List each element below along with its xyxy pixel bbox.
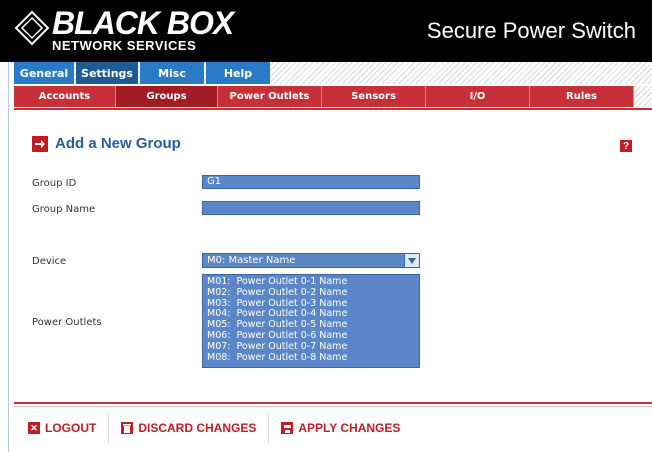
list-item[interactable]: M08: Power Outlet 0-8 Name	[207, 352, 415, 364]
logo-wordmark: BLACK BOX	[52, 5, 234, 41]
group-id-input[interactable]: G1	[202, 175, 420, 189]
diamond-logo-icon	[14, 10, 50, 46]
power-outlets-listbox[interactable]: M01: Power Outlet 0-1 Name M02: Power Ou…	[202, 274, 420, 368]
black-box-logo: BLACK BOX NETWORK SERVICES	[14, 4, 234, 58]
action-separator	[268, 413, 270, 443]
device-label: Device	[32, 256, 67, 267]
action-separator	[108, 413, 110, 443]
save-disk-icon	[281, 422, 294, 434]
divider-bottom-light	[14, 406, 652, 407]
arrow-right-icon	[32, 135, 48, 152]
tab-misc[interactable]: Misc	[140, 62, 204, 84]
subtab-rules[interactable]: Rules	[530, 86, 634, 107]
discard-changes-button[interactable]: DISCARD CHANGES	[121, 421, 256, 435]
divider-bottom	[14, 402, 652, 404]
divider-top	[14, 108, 652, 110]
page-title: Add a New Group	[55, 135, 181, 152]
logo-tagline: NETWORK SERVICES	[52, 38, 197, 53]
secondary-nav: Accounts Groups Power Outlets Sensors I/…	[14, 86, 652, 107]
subtab-sensors[interactable]: Sensors	[322, 86, 426, 107]
tab-settings[interactable]: Settings	[76, 62, 138, 84]
action-bar: ✕ LOGOUT DISCARD CHANGES APPLY CHANGES	[28, 412, 400, 444]
help-icon[interactable]: ?	[620, 140, 632, 152]
subtab-power-outlets[interactable]: Power Outlets	[218, 86, 322, 107]
discard-label: DISCARD CHANGES	[138, 421, 257, 435]
tab-general[interactable]: General	[14, 62, 74, 84]
group-id-label: Group ID	[32, 178, 77, 189]
list-item[interactable]: M07: Power Outlet 0-7 Name	[207, 341, 415, 353]
device-selected-value: M0: Master Name	[207, 255, 296, 266]
close-x-icon: ✕	[28, 422, 40, 434]
logout-label: LOGOUT	[45, 421, 97, 435]
logout-button[interactable]: ✕ LOGOUT	[28, 421, 96, 435]
power-outlets-label: Power Outlets	[32, 317, 102, 328]
group-name-input[interactable]	[202, 201, 420, 215]
primary-nav: General Settings Misc Help	[14, 62, 652, 84]
subtab-accounts[interactable]: Accounts	[14, 86, 116, 107]
apply-changes-button[interactable]: APPLY CHANGES	[281, 421, 400, 435]
left-edge	[0, 62, 9, 452]
subtab-groups[interactable]: Groups	[116, 86, 218, 107]
trash-icon	[121, 422, 134, 434]
list-item[interactable]: M02: Power Outlet 0-2 Name	[207, 287, 415, 299]
apply-label: APPLY CHANGES	[298, 421, 401, 435]
group-name-label: Group Name	[32, 204, 96, 215]
tab-help[interactable]: Help	[206, 62, 270, 84]
header-bar: BLACK BOX NETWORK SERVICES Secure Power …	[0, 0, 652, 62]
chevron-down-icon[interactable]	[404, 254, 419, 267]
product-title: Secure Power Switch	[426, 18, 636, 43]
device-select[interactable]: M0: Master Name	[202, 253, 420, 268]
subtab-io[interactable]: I/O	[426, 86, 530, 107]
page-heading: Add a New Group	[32, 135, 181, 152]
